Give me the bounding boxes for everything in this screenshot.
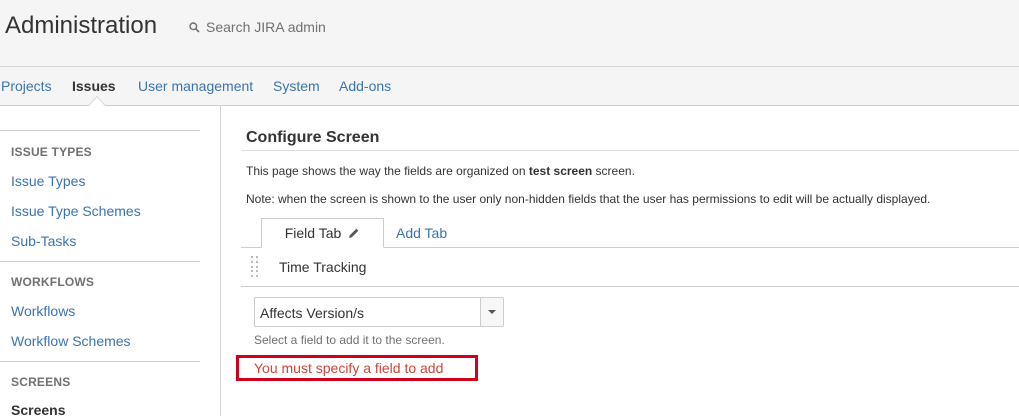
chevron-down-icon[interactable] <box>480 298 503 326</box>
sidebar-item-sub-tasks[interactable]: Sub-Tasks <box>11 233 76 249</box>
nav-tab-user-management[interactable]: User management <box>138 78 253 94</box>
sidebar-item-screens[interactable]: Screens <box>11 402 65 416</box>
nav-tab-issues[interactable]: Issues <box>72 78 116 94</box>
admin-nav: Projects Issues User management System A… <box>0 67 1019 106</box>
admin-header: Administration Search JIRA admin <box>0 0 1019 67</box>
field-select[interactable]: Affects Version/s <box>254 297 504 327</box>
tab-label: Field Tab <box>284 225 342 241</box>
search-icon <box>189 21 200 33</box>
sidebar-divider <box>0 130 200 131</box>
nav-tab-system[interactable]: System <box>273 78 320 94</box>
field-select-value: Affects Version/s <box>260 305 365 321</box>
sidebar-divider <box>0 361 200 362</box>
field-select-help: Select a field to add it to the screen. <box>254 333 445 347</box>
sidebar-item-workflows[interactable]: Workflows <box>11 303 75 319</box>
admin-search[interactable]: Search JIRA admin <box>189 19 326 35</box>
add-tab-link[interactable]: Add Tab <box>396 225 447 241</box>
drag-handle-icon[interactable] <box>251 256 259 278</box>
sidebar-heading-workflows: WORKFLOWS <box>11 275 95 289</box>
description-suffix: screen. <box>592 164 635 178</box>
sidebar: ISSUE TYPES Issue Types Issue Type Schem… <box>0 106 221 416</box>
pencil-icon[interactable] <box>347 227 360 240</box>
sidebar-heading-screens: SCREENS <box>11 375 71 389</box>
title-divider <box>242 150 1019 151</box>
page-title: Configure Screen <box>246 129 380 146</box>
page-description: This page shows the way the fields are o… <box>246 164 635 178</box>
description-prefix: This page shows the way the fields are o… <box>246 164 529 178</box>
nav-tab-projects[interactable]: Projects <box>1 78 52 94</box>
sidebar-heading-issue-types: ISSUE TYPES <box>11 145 92 159</box>
field-name: Time Tracking <box>279 259 367 275</box>
sidebar-item-workflow-schemes[interactable]: Workflow Schemes <box>11 333 131 349</box>
error-message: You must specify a field to add <box>254 360 444 376</box>
search-placeholder: Search JIRA admin <box>206 19 326 35</box>
page-note: Note: when the screen is shown to the us… <box>246 192 931 206</box>
tab-field-tab[interactable]: Field Tab <box>261 218 384 248</box>
sidebar-item-issue-types[interactable]: Issue Types <box>11 173 85 189</box>
field-row[interactable]: Time Tracking <box>241 248 1019 287</box>
sidebar-divider <box>0 261 200 262</box>
nav-tab-add-ons[interactable]: Add-ons <box>339 78 391 94</box>
screen-name: test screen <box>528 164 593 178</box>
app-title: Administration <box>5 12 158 39</box>
active-tab-indicator <box>88 96 106 106</box>
sidebar-item-issue-type-schemes[interactable]: Issue Type Schemes <box>11 203 141 219</box>
